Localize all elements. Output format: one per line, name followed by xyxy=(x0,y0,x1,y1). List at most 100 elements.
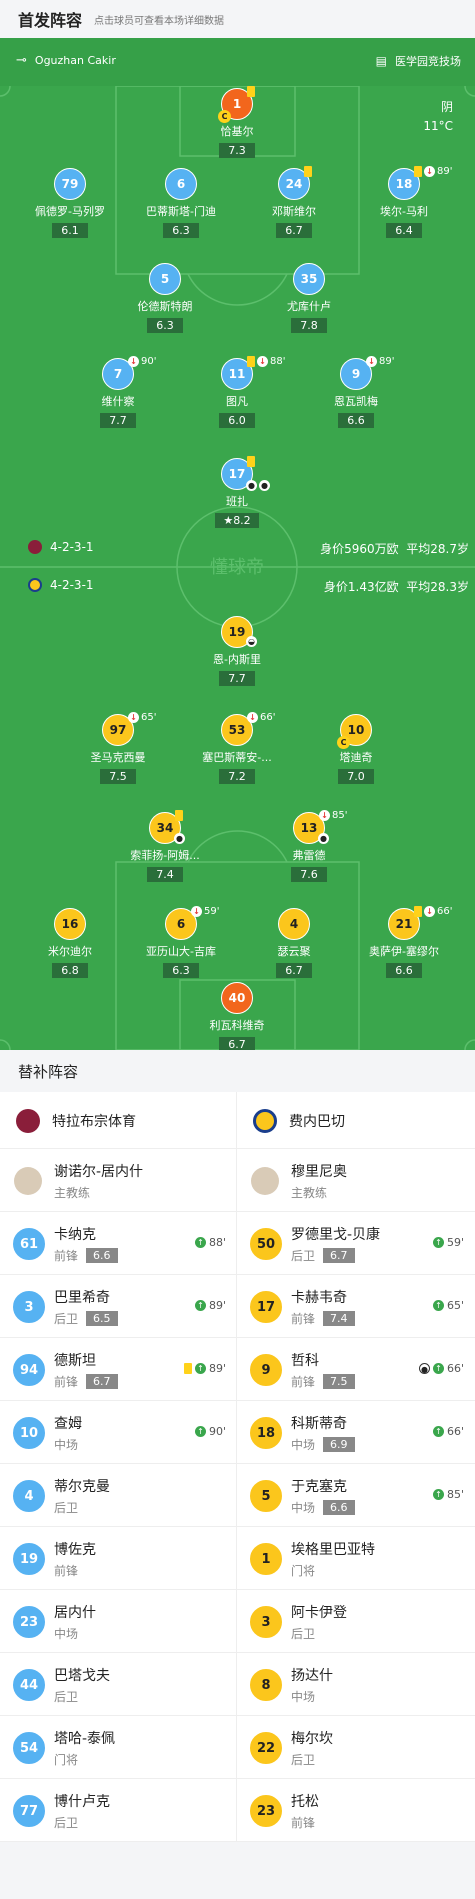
player-name: 托松 xyxy=(291,1794,319,1810)
player-rating: 7.4 xyxy=(323,1311,355,1326)
player-name: 埃格里巴亚特 xyxy=(291,1542,375,1558)
jersey-number: 5 xyxy=(249,1479,283,1513)
goal-icon: ● xyxy=(418,1363,430,1374)
player-position: 前锋 xyxy=(291,1312,316,1326)
away-player[interactable]: 4 瑟云聚 6.7 xyxy=(246,908,342,978)
away-player[interactable]: 97 圣马克西曼 7.5 xyxy=(70,714,166,784)
stadium-name: 医学园竞技场 xyxy=(395,55,461,68)
sub-on-marker: ↑ 85' xyxy=(432,1488,464,1501)
jersey-number: 19 xyxy=(12,1542,46,1576)
sub-on-marker: ↑ 88' xyxy=(194,1236,226,1249)
player-rating: 6.6 xyxy=(323,1500,355,1515)
player-rating: 6.6 xyxy=(86,1248,118,1263)
home-player[interactable]: 24 邓斯维尔 6.7 xyxy=(246,168,342,238)
home-sub-player[interactable]: 61 卡纳克 前锋 6.6 ↑ 88' xyxy=(0,1212,237,1275)
away-value: 身价1.43亿欧 平均28.3岁 xyxy=(323,580,469,594)
page-header: 首发阵容 点击球员可查看本场详细数据 xyxy=(0,0,475,38)
sub-row: 23 居内什 中场 3 阿卡伊登 后卫 xyxy=(0,1590,475,1653)
away-team[interactable]: 费内巴切 xyxy=(237,1092,474,1149)
player-name: 扬达什 xyxy=(291,1668,333,1684)
sub-off-marker: ↓ 90' xyxy=(128,356,156,367)
player-name: 罗德里戈-贝康 xyxy=(291,1227,381,1243)
sub-on-icon: ↑ xyxy=(194,1300,206,1311)
home-formation: 4-2-3-1 xyxy=(28,540,94,554)
player-rating: 6.9 xyxy=(323,1437,355,1452)
player-position: 中场 xyxy=(54,1627,79,1641)
home-sub-player[interactable]: 44 巴塔戈夫 后卫 xyxy=(0,1653,237,1716)
avatar xyxy=(14,1167,42,1195)
away-player[interactable]: 10 C 塔迪奇 7.0 xyxy=(308,714,404,784)
home-player[interactable]: 18 埃尔-马利 6.4 xyxy=(356,168,452,238)
away-sub-player[interactable]: 9 哲科 前锋 7.5 ● ↑ 66' xyxy=(237,1338,474,1401)
home-player[interactable]: 79 佩德罗-马列罗 6.1 xyxy=(22,168,118,238)
sub-row: 44 巴塔戈夫 后卫 8 扬达什中场 xyxy=(0,1653,475,1716)
home-sub-player[interactable]: 54 塔哈-泰佩 门将 xyxy=(0,1716,237,1779)
sub-off-marker: ↓ 65' xyxy=(128,712,156,723)
jersey-number: 17 xyxy=(249,1290,283,1324)
player-position: 中场 xyxy=(291,1690,316,1704)
jersey-number: 54 xyxy=(12,1731,46,1765)
away-player[interactable]: 6 亚历山大-吉库 6.3 xyxy=(133,908,229,978)
home-player[interactable]: 9 恩瓦凯梅 6.6 xyxy=(308,358,404,428)
away-sub-player[interactable]: 22 梅尔坎 后卫 xyxy=(237,1716,474,1779)
player-name: 博佐克 xyxy=(54,1542,96,1558)
home-player[interactable]: 35 尤库什卢 7.8 xyxy=(261,263,357,333)
home-team-badge-icon xyxy=(28,540,42,554)
away-player[interactable]: 40 利瓦科维奇 6.7 xyxy=(189,982,285,1050)
home-player[interactable]: 5 伦德斯特朗 6.3 xyxy=(117,263,213,333)
captain-icon: C xyxy=(337,736,350,749)
away-player[interactable]: 34 索菲扬-阿姆... 7.4 xyxy=(117,812,213,882)
home-sub-player[interactable]: 3 巴里希奇 后卫 6.5 ↑ 89' xyxy=(0,1275,237,1338)
away-player[interactable]: 19 恩-内斯里 7.7 xyxy=(189,616,285,686)
sub-off-marker: ↓ 59' xyxy=(191,906,219,917)
away-coach[interactable]: 穆里尼奥 主教练 xyxy=(237,1149,474,1212)
home-player[interactable]: 6 巴蒂斯塔-门迪 6.3 xyxy=(133,168,229,238)
home-sub-player[interactable]: 10 查姆 中场 ↑ 90' xyxy=(0,1401,237,1464)
home-coach[interactable]: 谢诺尔-居内什 主教练 xyxy=(0,1149,237,1212)
player-position: 中场 xyxy=(291,1438,316,1452)
home-sub-player[interactable]: 77 博什卢克 后卫 xyxy=(0,1779,237,1842)
player-position: 前锋 xyxy=(54,1375,79,1389)
away-sub-player[interactable]: 1 埃格里巴亚特 门将 xyxy=(237,1527,474,1590)
sub-row: 10 查姆 中场 ↑ 90' 18 科斯蒂奇 中场 6.9 ↑ 66' xyxy=(0,1401,475,1464)
away-player[interactable]: 13 弗雷德 7.6 xyxy=(261,812,357,882)
home-team[interactable]: 特拉布宗体育 xyxy=(0,1092,237,1149)
home-sub-player[interactable]: 4 蒂尔克曼 后卫 xyxy=(0,1464,237,1527)
sub-on-icon: ↑ xyxy=(432,1489,444,1500)
jersey-number: 10 xyxy=(12,1416,46,1450)
goal-icon: ● ● xyxy=(246,480,270,491)
away-sub-player[interactable]: 3 阿卡伊登 后卫 xyxy=(237,1590,474,1653)
home-sub-player[interactable]: 94 德斯坦 前锋 6.7 ↑ 89' xyxy=(0,1338,237,1401)
sub-off-marker: ↓ 66' xyxy=(247,712,275,723)
home-player[interactable]: 1C 恰基尔 7.3 xyxy=(189,88,285,158)
player-name: 阿卡伊登 xyxy=(291,1605,347,1621)
away-sub-player[interactable]: 5 于克塞克 中场 6.6 ↑ 85' xyxy=(237,1464,474,1527)
away-sub-player[interactable]: 50 罗德里戈-贝康 后卫 6.7 ↑ 59' xyxy=(237,1212,474,1275)
away-sub-player[interactable]: 18 科斯蒂奇 中场 6.9 ↑ 66' xyxy=(237,1401,474,1464)
home-sub-player[interactable]: 23 居内什 中场 xyxy=(0,1590,237,1653)
player-name: 查姆 xyxy=(54,1416,82,1432)
sub-on-icon: ↑ xyxy=(194,1237,206,1248)
jersey-number: 8 xyxy=(249,1668,283,1702)
sub-on-marker: ↑ 59' xyxy=(432,1236,464,1249)
away-player[interactable]: 53 塞巴斯蒂安-... 7.2 xyxy=(189,714,285,784)
subs-header: 替补阵容 xyxy=(0,1050,475,1092)
sub-off-marker: ↓ 88' xyxy=(247,356,285,367)
away-player[interactable]: 21 奥萨伊-塞缪尔 6.6 xyxy=(356,908,452,978)
away-sub-player[interactable]: 17 卡赫韦奇 前锋 7.4 ↑ 65' xyxy=(237,1275,474,1338)
away-sub-player[interactable]: 8 扬达什中场 xyxy=(237,1653,474,1716)
home-player[interactable]: 11 图凡 6.0 xyxy=(189,358,285,428)
player-position: 前锋 xyxy=(54,1249,79,1263)
star-icon: ★ xyxy=(223,514,234,527)
home-player[interactable]: 7 维什察 7.7 xyxy=(70,358,166,428)
sub-row: 19 博佐克 前锋 1 埃格里巴亚特 门将 xyxy=(0,1527,475,1590)
yellow-card-icon xyxy=(175,810,183,821)
sub-row: 54 塔哈-泰佩 门将 22 梅尔坎 后卫 xyxy=(0,1716,475,1779)
home-player[interactable]: 17 班扎 ★8.2 xyxy=(189,458,285,528)
referee-name: Oguzhan Cakir xyxy=(34,54,116,67)
home-sub-player[interactable]: 19 博佐克 前锋 xyxy=(0,1527,237,1590)
jersey-number: 94 xyxy=(12,1353,46,1387)
away-player[interactable]: 16 米尔迪尔 6.8 xyxy=(22,908,118,978)
away-sub-player[interactable]: 23 托松 前锋 xyxy=(237,1779,474,1842)
whistle-icon: ⊸ xyxy=(16,53,27,68)
